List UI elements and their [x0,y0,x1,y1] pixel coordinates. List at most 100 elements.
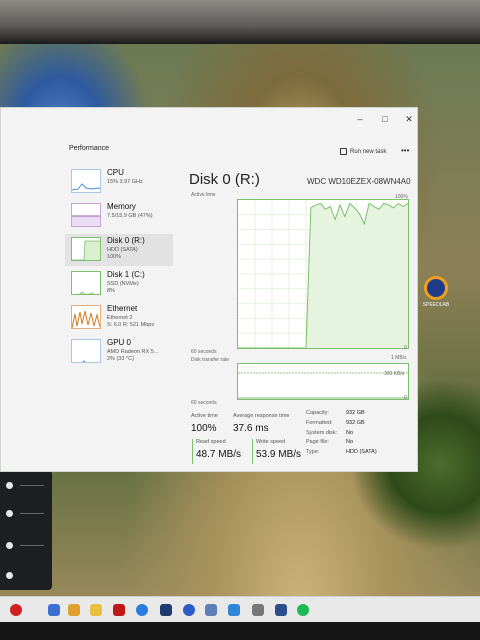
sidebar-item-usage: 8% [107,288,115,294]
formatted-key: Formatted: [306,420,333,426]
write-speed-value: 53.9 MB/s [256,449,302,460]
sidebar-item-usage: 2% (33 °C) [107,356,134,362]
maximize-button[interactable]: □ [378,112,392,126]
disk-title: Disk 0 (R:) [189,171,260,188]
close-button[interactable]: ✕ [402,112,416,126]
more-options-icon[interactable]: ••• [401,146,409,155]
read-speed-label: Read speed [196,439,226,445]
sidebar-item-detail: 15% 3.97 GHz [107,179,143,185]
capacity-key: Capacity: [306,410,329,416]
system-disk-key: System disk: [306,430,338,436]
sidebar-item-memory[interactable]: Memory 7.5/15.9 GB (47%) [65,200,173,232]
spotify-icon[interactable] [297,604,309,616]
divider [20,513,44,514]
steam-icon[interactable] [160,604,172,616]
run-new-task-button[interactable]: Run new task [340,148,386,155]
sidebar-item-usage: S: 6.0 R: 521 Mbps [107,322,155,328]
widget-dot-icon[interactable] [6,572,13,579]
response-time-value: 37.6 ms [233,423,269,434]
transfer-max-label: 1 MB/s [391,355,407,361]
sidebar-item-detail: SSD (NVMe) [107,281,139,287]
audio-icon[interactable] [252,604,264,616]
widget-dot-icon[interactable] [6,482,13,489]
transfer-rate-label: Disk transfer rate [191,357,230,363]
read-speed-indicator [192,439,193,464]
transfer-rate-chart [238,372,408,399]
record-icon[interactable] [10,604,22,616]
taskbar [0,596,480,622]
capacity-value: 932 GB [346,410,365,416]
page-title: Performance [69,145,110,152]
disk-1-sparkline [71,271,101,295]
desktop-shortcut[interactable]: SPEEDLAB [422,276,450,308]
disk-0-sparkline [71,237,101,261]
divider [20,545,44,546]
divider [20,485,44,486]
sidebar-item-disk-1[interactable]: Disk 1 (C:) SSD (NVMe) 8% [65,268,173,300]
sidebar-item-label: Disk 1 (C:) [107,270,145,279]
search-icon[interactable] [48,604,60,616]
sidebar-item-cpu[interactable]: CPU 15% 3.97 GHz [65,166,173,198]
type-value: HDD (SATA) [346,449,377,455]
active-time-stat-value: 100% [191,423,217,434]
sidebar-item-gpu-0[interactable]: GPU 0 AMD Radeon RX 5... 2% (33 °C) [65,336,173,368]
active-time-graph [237,199,409,349]
write-speed-indicator [252,439,253,464]
widget-dot-icon[interactable] [6,510,13,517]
page-file-key: Page file: [306,439,329,445]
transfer-mid-label: 300 KB/s [384,371,405,377]
side-widget-panel [0,470,52,590]
transfer-rate-graph [237,363,409,400]
widget-dot-icon[interactable] [6,542,13,549]
app-icon[interactable] [275,604,287,616]
graph1-time-span: 60 seconds [191,349,217,355]
page-file-value: No [346,439,354,445]
active-time-stat-label: Active time [191,413,218,419]
formatted-value: 932 GB [346,420,365,426]
memory-sparkline [71,203,101,227]
sidebar-item-disk-0[interactable]: Disk 0 (R:) HDD (SATA) 100% [65,234,173,266]
file-explorer-icon[interactable] [90,604,102,616]
monitor-bezel-bottom [0,622,480,640]
cpu-sparkline [71,169,101,193]
run-new-task-label: Run new task [350,148,387,155]
gpu-sparkline [71,339,101,363]
sidebar-item-label: Memory [107,202,136,211]
type-key: Type: [306,449,320,455]
system-disk-value: No [346,430,354,436]
run-task-icon [340,148,347,155]
response-time-label: Average response time [233,413,290,419]
active-time-axis-label: Active time [191,192,216,198]
sidebar-item-label: CPU [107,168,124,177]
monitor-bezel-top [0,0,480,44]
active-time-area-chart [238,200,409,349]
photos-icon[interactable] [68,604,80,616]
title-bar[interactable]: – □ ✕ [1,108,417,130]
active-time-area [238,203,408,348]
task-manager-window: – □ ✕ Performance Run new task ••• CPU 1… [0,107,418,472]
graph2-min-label: 0 [404,395,407,401]
notification-icon[interactable] [183,604,195,616]
desktop-shortcut-label: SPEEDLAB [422,302,450,308]
sidebar-item-usage: 100% [107,254,122,260]
app-icon [424,276,448,300]
task-manager-icon[interactable] [205,604,217,616]
sidebar-item-detail: Ethernet 2 [107,315,133,321]
sidebar-item-label: GPU 0 [107,338,132,347]
sidebar-item-detail: 7.5/15.9 GB (47%) [107,213,153,219]
write-speed-label: Write speed [256,439,286,445]
sidebar-item-ethernet[interactable]: Ethernet Ethernet 2 S: 6.0 R: 521 Mbps [65,302,173,334]
minimize-button[interactable]: – [353,112,367,126]
sidebar-item-detail: AMD Radeon RX 5... [107,349,159,355]
graph1-min-label: 0 [404,345,407,351]
netflix-icon[interactable] [113,604,125,616]
sidebar-item-detail: HDD (SATA) [107,247,138,253]
sidebar-item-label: Ethernet [107,304,138,313]
graph2-time-span: 60 seconds [191,400,217,406]
chrome-icon[interactable] [136,604,148,616]
ethernet-sparkline [71,305,101,329]
sidebar-item-label: Disk 0 (R:) [107,236,145,245]
settings-icon[interactable] [228,604,240,616]
disk-model: WDC WD10EZEX-08WN4A0 [307,177,411,186]
read-speed-value: 48.7 MB/s [196,449,242,460]
